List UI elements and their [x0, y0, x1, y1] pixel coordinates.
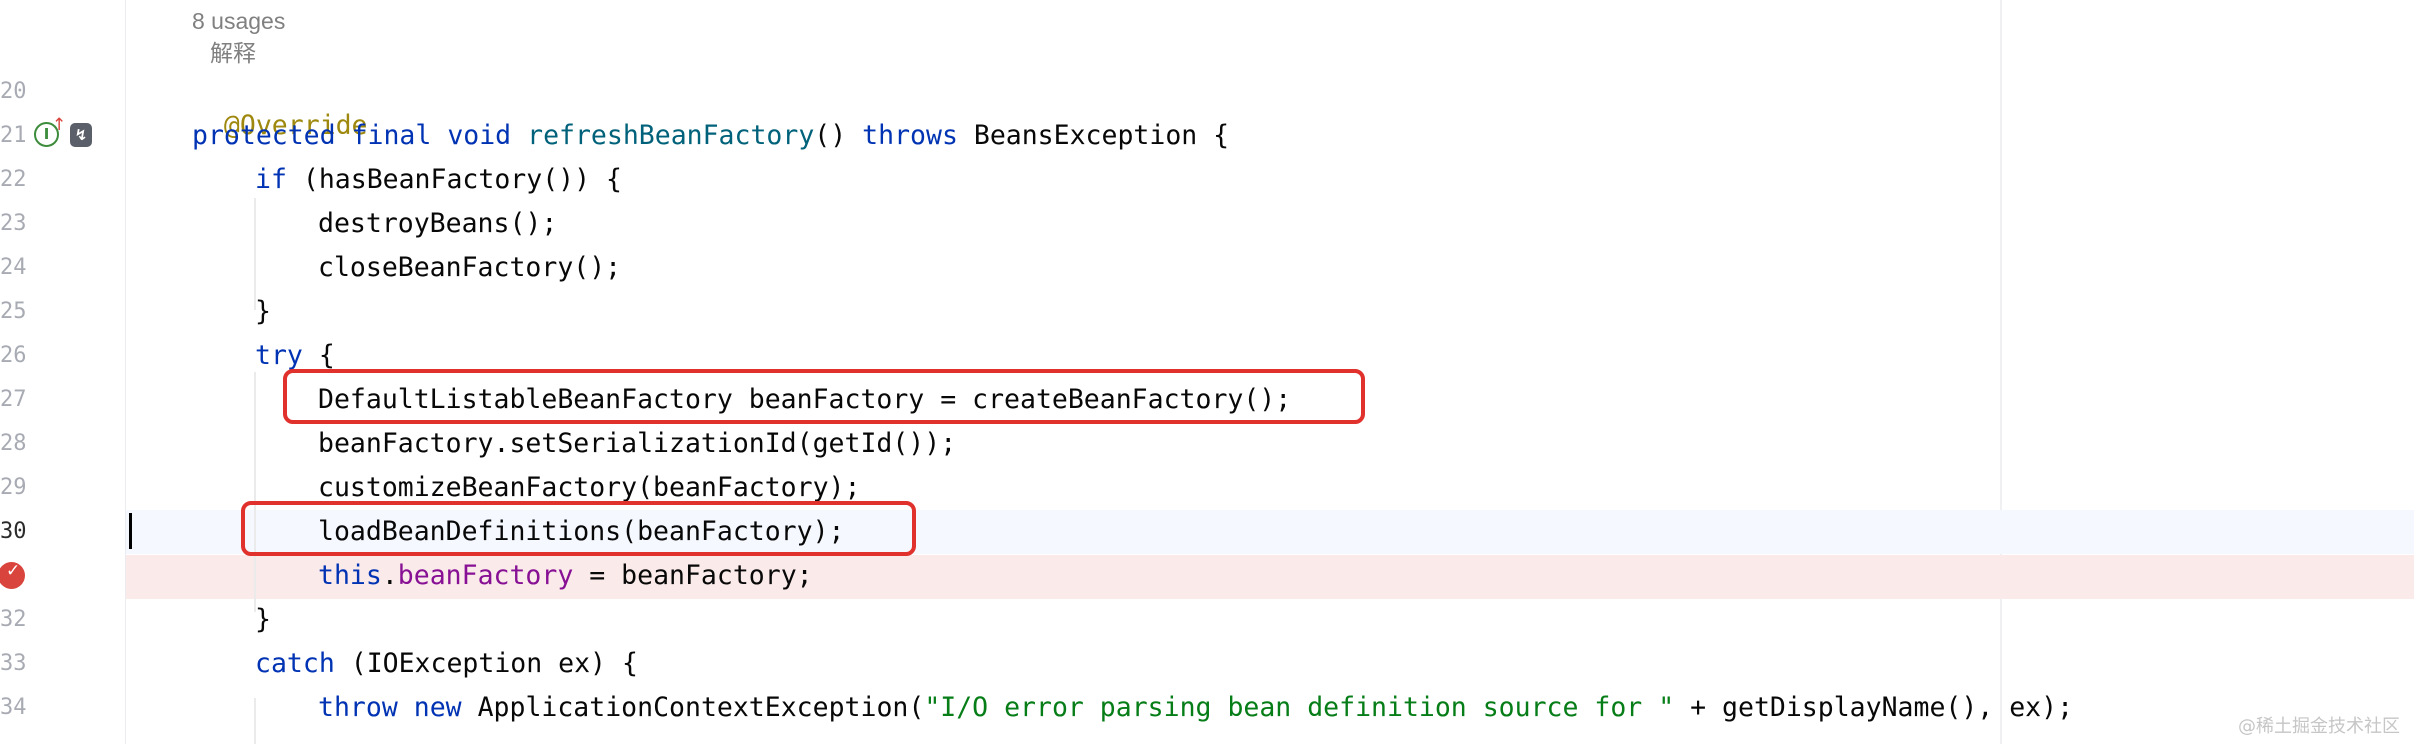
- code-text: (hasBeanFactory()) {: [286, 164, 622, 195]
- code-line-23[interactable]: destroyBeans();: [318, 207, 557, 241]
- field-name: beanFactory: [397, 560, 574, 591]
- highlight-box-load-bean-definitions: [241, 501, 916, 556]
- explain-hint[interactable]: 解释: [210, 38, 256, 68]
- line-number[interactable]: 29: [0, 473, 27, 503]
- code-text: + getDisplayName(), ex);: [1674, 692, 2074, 723]
- keyword: throw: [318, 692, 398, 723]
- watermark: @稀土掘金技术社区: [2238, 716, 2400, 737]
- line-number[interactable]: 20: [0, 77, 27, 107]
- usages-hint[interactable]: 8 usages: [192, 6, 285, 36]
- code-line-25[interactable]: }: [255, 295, 271, 329]
- keyword: void: [447, 120, 512, 151]
- code-text: = beanFactory;: [573, 560, 813, 591]
- code-line-28[interactable]: beanFactory.setSerializationId(getId());: [318, 427, 956, 461]
- text-caret: [129, 513, 132, 549]
- code-line-22[interactable]: if (hasBeanFactory()) {: [255, 163, 622, 197]
- code-line-34[interactable]: throw new ApplicationContextException("I…: [318, 691, 2073, 725]
- line-number[interactable]: 24: [0, 253, 27, 283]
- code-text: .: [381, 560, 398, 591]
- code-text: {: [302, 340, 335, 371]
- gutter-separator: [125, 0, 126, 744]
- indent-guide: [254, 698, 256, 744]
- code-text: (IOException ex) {: [334, 648, 638, 679]
- keyword: final: [351, 120, 432, 151]
- keyword: protected: [192, 120, 336, 151]
- code-line-31[interactable]: this.beanFactory = beanFactory;: [318, 559, 813, 593]
- line-number[interactable]: 26: [0, 341, 27, 371]
- keyword: try: [255, 340, 303, 371]
- code-line-26[interactable]: try {: [255, 339, 335, 373]
- line-number-current[interactable]: 30: [0, 517, 27, 547]
- code-line-24[interactable]: closeBeanFactory();: [318, 251, 621, 285]
- line-number[interactable]: 27: [0, 385, 27, 415]
- breakpoint-check-icon: ✓: [6, 561, 21, 581]
- keyword: this: [318, 560, 382, 591]
- indent-guide: [254, 372, 256, 612]
- string-literal: "I/O error parsing bean definition sourc…: [924, 692, 1675, 723]
- code-line-33[interactable]: catch (IOException ex) {: [255, 647, 638, 681]
- override-arrow-icon[interactable]: ↑: [52, 115, 66, 135]
- spring-bean-icon[interactable]: ↯: [70, 123, 92, 147]
- line-number[interactable]: 21: [0, 121, 27, 151]
- line-number[interactable]: 32: [0, 605, 27, 635]
- code-text: ApplicationContextException(: [461, 692, 925, 723]
- method-name: refreshBeanFactory: [527, 120, 815, 151]
- keyword: if: [255, 164, 287, 195]
- indent-guide: [254, 198, 256, 310]
- keyword: throws: [862, 120, 958, 151]
- line-number[interactable]: 34: [0, 693, 27, 723]
- code-text: BeansException {: [957, 120, 1230, 151]
- line-number[interactable]: 33: [0, 649, 27, 679]
- line-number[interactable]: 22: [0, 165, 27, 195]
- right-margin-guide: [2000, 0, 2002, 744]
- code-line-21[interactable]: protected final void refreshBeanFactory(…: [192, 119, 1229, 153]
- line-number[interactable]: 28: [0, 429, 27, 459]
- line-number[interactable]: 25: [0, 297, 27, 327]
- keyword: catch: [255, 648, 335, 679]
- keyword: new: [413, 692, 462, 723]
- line-number[interactable]: 23: [0, 209, 27, 239]
- code-line-29[interactable]: customizeBeanFactory(beanFactory);: [318, 471, 860, 505]
- code-text: (): [814, 120, 863, 151]
- highlight-box-create-bean-factory: [283, 369, 1365, 424]
- code-line-32[interactable]: }: [255, 603, 271, 637]
